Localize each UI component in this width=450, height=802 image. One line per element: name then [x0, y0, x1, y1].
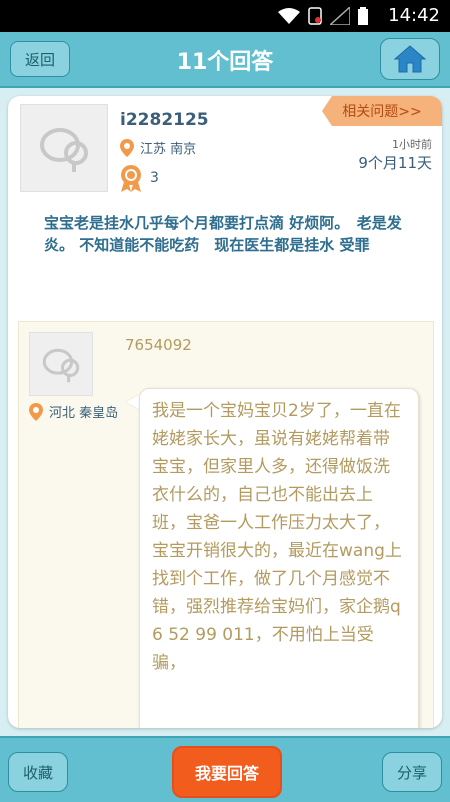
bubble-tail: [126, 394, 140, 410]
status-icons: [278, 6, 368, 26]
question-text: 宝宝老是挂水几乎每个月都要打点滴 好烦阿。 老是发炎。 不知道能不能吃药 现在医…: [44, 214, 402, 254]
share-button[interactable]: 分享: [382, 752, 442, 792]
child-age: 9个月11天: [358, 154, 432, 172]
question-username[interactable]: i2282125: [120, 110, 209, 130]
answer-location-text: 河北 秦皇岛: [49, 406, 119, 421]
answer-location: 河北 秦皇岛: [29, 402, 118, 421]
home-button[interactable]: [380, 38, 440, 80]
location-pin-icon: [29, 402, 43, 421]
answer-username[interactable]: 7654092: [125, 336, 192, 354]
top-nav: 返回 11个回答: [0, 32, 450, 88]
related-questions-button[interactable]: 相关问题>>: [322, 96, 442, 126]
wifi-icon: [278, 8, 300, 24]
question-avatar[interactable]: [20, 104, 108, 192]
sim-icon: [308, 7, 322, 25]
question-location-text: 江苏 南京: [140, 142, 197, 157]
question-card: i2282125 江苏 南京 3 相关问题>> 1小时前 9个月11天 宝宝老是…: [8, 96, 442, 728]
home-icon: [393, 45, 427, 73]
answer-text: 我是一个宝妈宝贝2岁了，一直在姥姥家长大，虽说有姥姥帮着带宝宝，但家里人多，还得…: [152, 401, 402, 673]
answer-button[interactable]: 我要回答: [172, 746, 282, 798]
bottom-toolbar: 收藏 我要回答 分享: [0, 736, 450, 802]
question-rank: 3: [120, 164, 159, 192]
location-pin-icon: [120, 138, 134, 157]
signal-icon: [330, 7, 350, 25]
medal-icon: [121, 165, 141, 192]
question-time-ago: 1小时前: [392, 138, 432, 151]
question-location: 江苏 南京: [120, 138, 196, 157]
question-rank-value: 3: [150, 170, 159, 186]
favorite-button[interactable]: 收藏: [8, 752, 68, 792]
answer-item: 河北 秦皇岛 7654092 我是一个宝妈宝贝2岁了，一直在姥姥家长大，虽说有姥…: [18, 321, 434, 728]
answer-avatar[interactable]: [29, 332, 93, 396]
avatar-placeholder-icon: [40, 128, 88, 172]
battery-icon: [358, 7, 368, 25]
answer-bubble: 我是一个宝妈宝贝2岁了，一直在姥姥家长大，虽说有姥姥帮着带宝宝，但家里人多，还得…: [139, 388, 419, 728]
clock: 14:42: [388, 5, 440, 26]
avatar-placeholder-icon: [42, 348, 80, 383]
status-bar: 14:42: [0, 0, 450, 32]
